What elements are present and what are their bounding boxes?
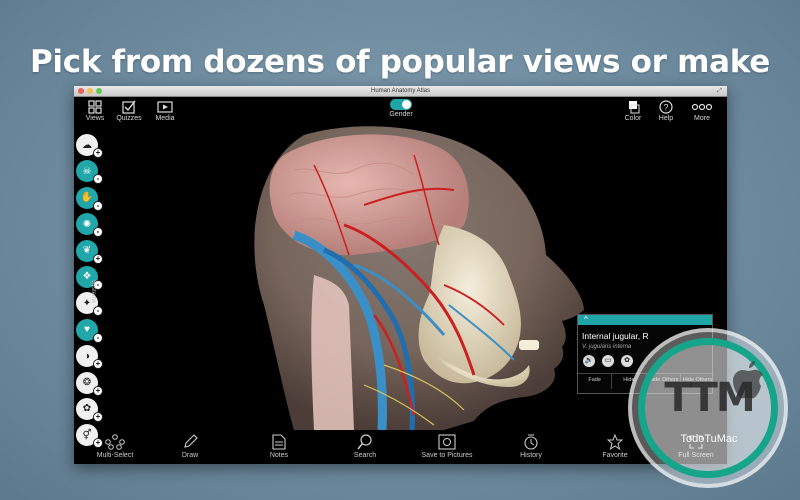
system-muscular-button[interactable]: ✋ -	[76, 186, 103, 211]
favorite-label: Favorite	[602, 452, 628, 459]
gender-toggle-button[interactable]: Gender	[386, 99, 416, 118]
quizzes-label: Quizzes	[116, 115, 142, 122]
system-respiratory-button[interactable]: ❦ +	[76, 239, 103, 264]
add-layer-icon[interactable]: +	[93, 411, 103, 422]
draw-button[interactable]: Draw	[160, 434, 220, 459]
todotumac-watermark: TTM TodoTuMac	[628, 328, 788, 488]
teeth	[519, 340, 539, 350]
play-icon	[157, 101, 173, 113]
add-layer-icon[interactable]: +	[93, 253, 103, 264]
add-layer-icon[interactable]: +	[93, 359, 103, 370]
watermark-letters: TTM	[664, 375, 755, 421]
bottom-toolbar: Multi-Select Draw Notes Search Save to P…	[74, 430, 727, 464]
window-controls	[78, 88, 102, 94]
star-icon	[607, 434, 623, 450]
system-skin-button[interactable]: ☁ +	[76, 134, 103, 158]
multi-select-button[interactable]: Multi-Select	[85, 434, 145, 459]
svg-text:?: ?	[663, 103, 668, 113]
search-icon	[357, 434, 372, 450]
system-muscular-icon: ✋	[80, 192, 94, 204]
search-label: Search	[353, 452, 377, 459]
system-urinary-icon: ◑	[83, 350, 91, 362]
grid-icon	[88, 100, 102, 114]
system-reproductive-button[interactable]: ✿ +	[76, 397, 103, 422]
search-button[interactable]: Search	[335, 434, 395, 459]
save-to-pictures-label: Save to Pictures	[421, 452, 473, 459]
ellipsis-icon	[691, 103, 713, 111]
gender-switch-icon	[390, 99, 412, 110]
views-label: Views	[85, 115, 105, 122]
system-cardiovascular-button[interactable]: ♥ -	[76, 318, 103, 343]
quizzes-button[interactable]: Quizzes	[111, 100, 147, 122]
remove-layer-icon[interactable]: -	[93, 332, 103, 343]
views-button[interactable]: Views	[77, 100, 113, 122]
save-picture-icon	[438, 434, 456, 450]
top-toolbar: Views Quizzes Media Gender Color ? Help …	[74, 97, 727, 125]
system-respiratory-icon: ❦	[82, 245, 92, 257]
system-nervous-icon: ✺	[82, 218, 92, 230]
color-label: Color	[624, 115, 642, 122]
system-nervous-button[interactable]: ✺ -	[76, 213, 103, 238]
system-skeletal-icon: ☠	[82, 165, 92, 177]
notes-button[interactable]: Notes	[249, 434, 309, 459]
system-endocrine-button[interactable]: ❂ +	[76, 371, 103, 396]
remove-layer-icon[interactable]: -	[93, 227, 103, 238]
watermark-caption: TodoTuMac	[680, 433, 738, 445]
help-button[interactable]: ? Help	[648, 100, 684, 122]
speaker-icon[interactable]: 🔊	[583, 355, 595, 367]
systems-label: Systems	[90, 280, 96, 304]
system-endocrine-icon: ❂	[82, 377, 92, 389]
multi-select-label: Multi-Select	[96, 452, 134, 459]
more-label: More	[694, 115, 710, 122]
window-titlebar: Human Anatomy Atlas ⤢	[74, 86, 727, 97]
color-button[interactable]: Color	[615, 100, 651, 122]
add-layer-icon[interactable]: +	[93, 148, 103, 158]
watermark-ring: TTM TodoTuMac	[638, 338, 778, 478]
save-to-pictures-button[interactable]: Save to Pictures	[417, 434, 477, 459]
zoom-window-button[interactable]	[96, 88, 102, 94]
system-reproductive-icon: ✿	[82, 403, 92, 415]
draw-label: Draw	[181, 452, 199, 459]
history-button[interactable]: History	[501, 434, 561, 459]
system-urinary-button[interactable]: ◑ +	[76, 345, 103, 370]
notes-label: Notes	[269, 452, 289, 459]
fullscreen-arrow-icon[interactable]: ⤢	[716, 88, 723, 95]
dissect-icon[interactable]: ✿	[621, 355, 633, 367]
book-icon[interactable]: ▭	[602, 355, 614, 367]
window-title: Human Anatomy Atlas	[370, 88, 431, 94]
gender-label: Gender	[389, 111, 413, 118]
help-label: Help	[658, 115, 674, 122]
more-button[interactable]: More	[684, 100, 720, 122]
system-skeletal-button[interactable]: ☠ -	[76, 160, 103, 185]
remove-layer-icon[interactable]: -	[93, 306, 103, 317]
history-icon	[524, 434, 538, 450]
minimize-window-button[interactable]	[87, 88, 93, 94]
media-button[interactable]: Media	[147, 100, 183, 122]
close-window-button[interactable]	[78, 88, 84, 94]
collapse-panel-button[interactable]: ^	[578, 315, 712, 325]
fade-button[interactable]: Fade	[578, 374, 613, 389]
media-label: Media	[155, 115, 175, 122]
pencil-icon	[184, 434, 198, 448]
add-layer-icon[interactable]: +	[93, 385, 103, 396]
checkbox-icon	[122, 100, 136, 114]
system-cardiovascular-icon: ♥	[84, 324, 90, 336]
remove-layer-icon[interactable]: -	[93, 174, 103, 185]
question-icon: ?	[659, 100, 673, 114]
multi-select-icon	[105, 434, 125, 450]
remove-layer-icon[interactable]: -	[93, 200, 103, 211]
system-skin-icon: ☁	[82, 139, 92, 151]
history-label: History	[520, 452, 542, 459]
color-squares-icon	[629, 101, 640, 114]
notes-icon	[272, 434, 286, 450]
